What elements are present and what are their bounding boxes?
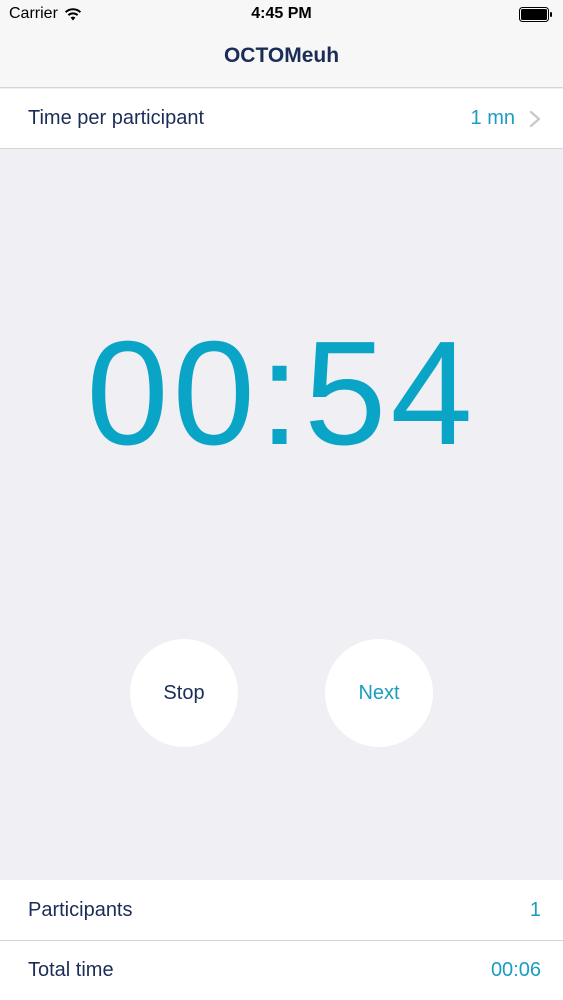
status-time: 4:45 PM (251, 5, 312, 22)
top-bar: Carrier 4:45 PM OCTOMeuh (0, 0, 563, 88)
total-time-label: Total time (28, 959, 114, 981)
participants-value: 1 (529, 898, 541, 921)
chevron-right-icon (529, 110, 541, 127)
nav-title: OCTOMeuh (223, 44, 340, 67)
participants-label: Participants (28, 898, 133, 921)
total-time-row: Total time 00:06 (0, 940, 563, 1000)
total-time-value: 00:06 (490, 959, 541, 981)
participants-row: Participants 1 (0, 880, 563, 940)
summary-panel: Participants 1 Total time 00:06 (0, 880, 563, 1000)
next-button[interactable]: Next (325, 639, 433, 747)
stop-button[interactable]: Stop (130, 639, 238, 747)
time-per-participant-row[interactable]: Time per participant 1 mn (0, 89, 563, 149)
status-bar: Carrier 4:45 PM (0, 0, 563, 30)
countdown-timer: 00:54 (86, 311, 477, 476)
battery-icon (519, 7, 552, 22)
time-per-participant-label: Time per participant (28, 107, 204, 129)
time-per-participant-value: 1 mn (470, 107, 515, 129)
